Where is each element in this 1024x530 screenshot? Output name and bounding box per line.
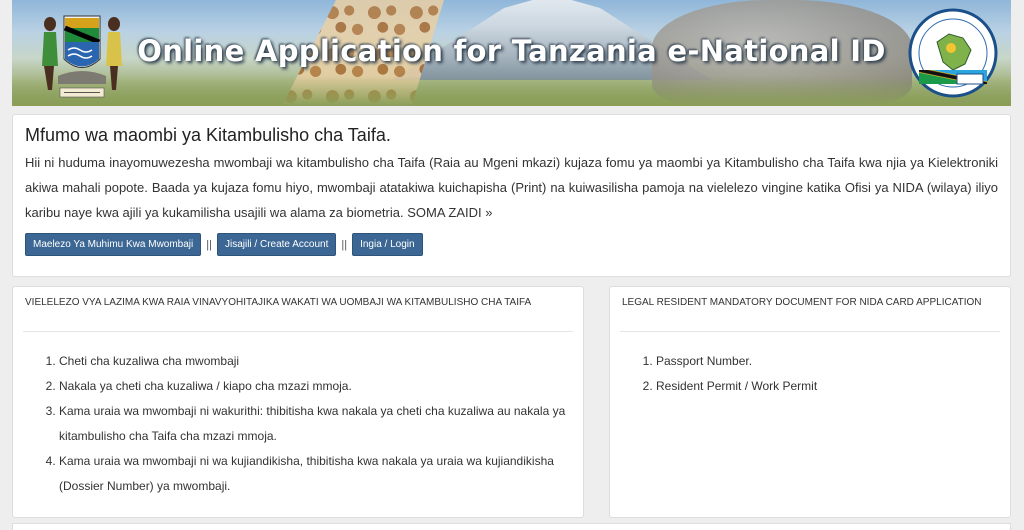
login-button[interactable]: Ingia / Login	[352, 233, 423, 256]
citizen-documents-list: Cheti cha kuzaliwa cha mwombaji Nakala y…	[13, 332, 583, 499]
list-item: Kama uraia wa mwombaji ni wa kujiandikis…	[59, 449, 571, 499]
intro-heading: Mfumo wa maombi ya Kitambulisho cha Taif…	[25, 125, 391, 145]
page-title: Online Application for Tanzania e-Nation…	[137, 34, 886, 68]
resident-documents-panel: LEGAL RESIDENT MANDATORY DOCUMENT FOR NI…	[609, 286, 1011, 518]
grass-image	[12, 76, 1011, 106]
list-item: Cheti cha kuzaliwa cha mwombaji	[59, 349, 571, 374]
intro-description: Hii ni huduma inayomuwezesha mwombaji wa…	[25, 155, 998, 220]
resident-documents-title: LEGAL RESIDENT MANDATORY DOCUMENT FOR NI…	[622, 297, 982, 308]
header-banner: Online Application for Tanzania e-Nation…	[12, 0, 1011, 106]
citizen-documents-title: VIELELEZO VYA LAZIMA KWA RAIA VINAVYOHIT…	[25, 297, 532, 308]
button-separator: ||	[206, 238, 212, 251]
action-button-group: Maelezo Ya Muhimu Kwa Mwombaji || Jisaji…	[25, 233, 998, 256]
intro-panel: Mfumo wa maombi ya Kitambulisho cha Taif…	[12, 114, 1011, 277]
button-separator: ||	[341, 238, 348, 251]
applicant-info-button[interactable]: Maelezo Ya Muhimu Kwa Mwombaji	[25, 233, 202, 256]
resident-documents-list: Passport Number. Resident Permit / Work …	[610, 332, 1010, 399]
create-account-button[interactable]: Jisajili / Create Account	[216, 233, 337, 256]
list-item: Passport Number.	[656, 349, 998, 374]
list-item: Nakala ya cheti cha kuzaliwa / kiapo cha…	[59, 374, 571, 399]
footer-panel-edge	[12, 523, 1011, 530]
list-item: Resident Permit / Work Permit	[656, 374, 998, 399]
list-item: Kama uraia wa mwombaji ni wakurithi: thi…	[59, 399, 571, 449]
nida-logo-icon	[907, 4, 999, 102]
citizen-documents-panel: VIELELEZO VYA LAZIMA KWA RAIA VINAVYOHIT…	[12, 286, 584, 518]
